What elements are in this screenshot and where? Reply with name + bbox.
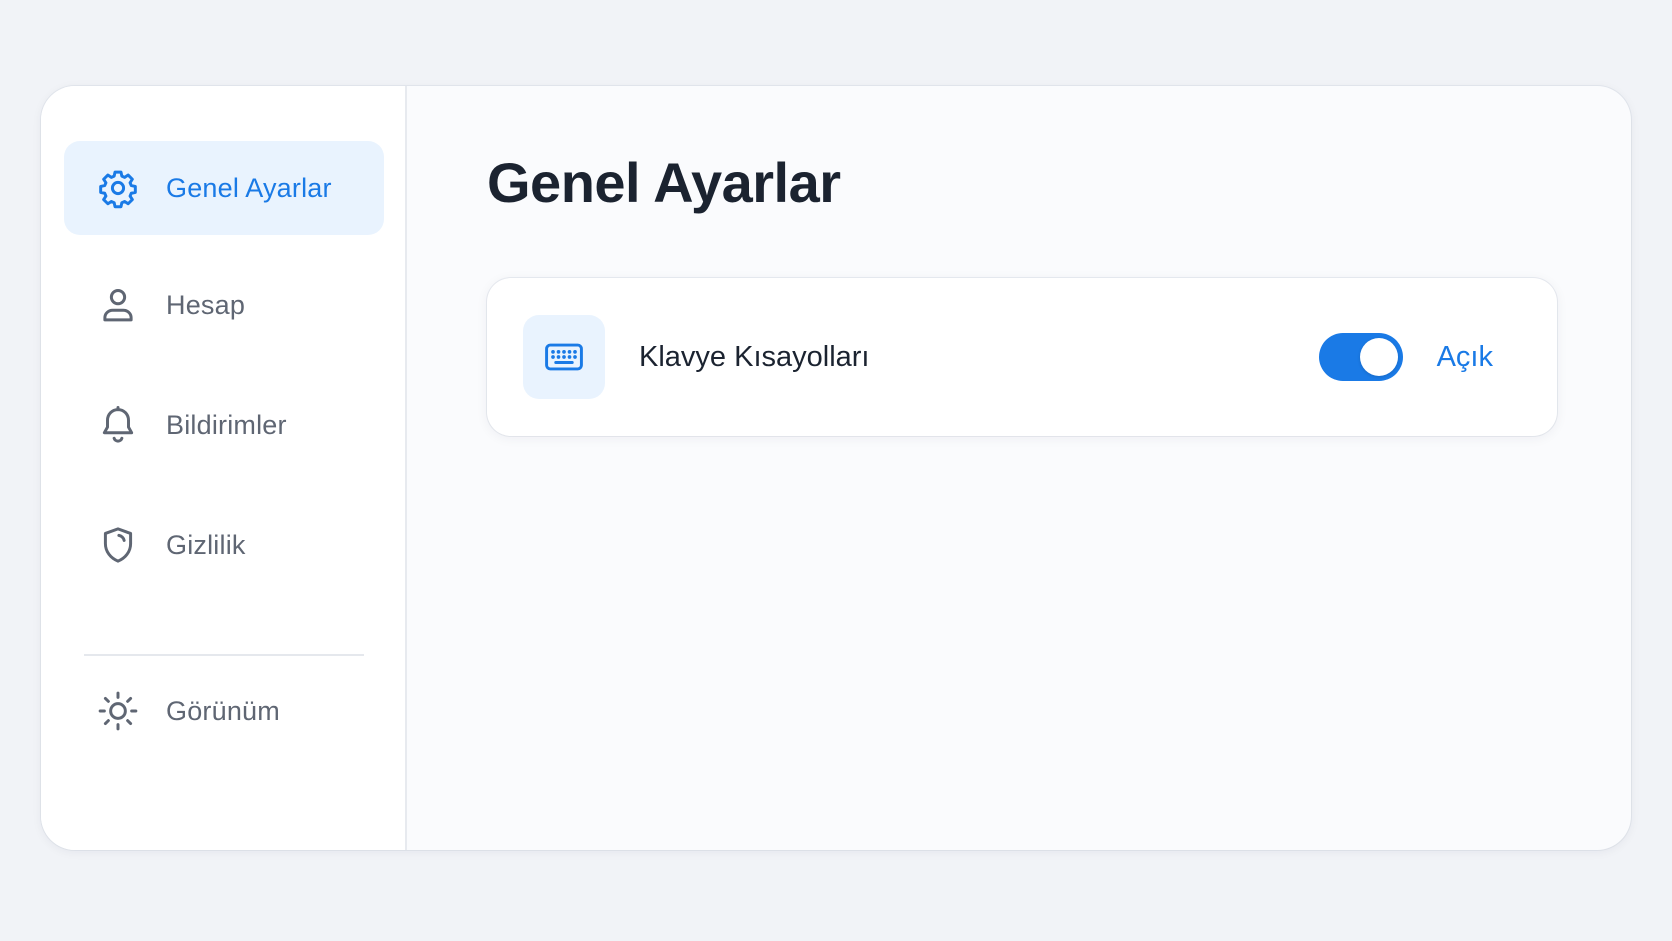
sidebar-item-gorunum[interactable]: Görünüm <box>64 664 384 758</box>
sidebar-item-label: Genel Ayarlar <box>166 172 332 203</box>
sidebar-item-genel-ayarlar[interactable]: Genel Ayarlar <box>64 141 384 235</box>
shield-icon <box>96 523 140 567</box>
sidebar-item-gizlilik[interactable]: Gizlilik <box>64 498 384 592</box>
sidebar-item-label: Görünüm <box>166 695 280 726</box>
setting-label: Klavye Kısayolları <box>639 340 870 373</box>
toggle-status-label: Açık <box>1436 340 1493 373</box>
sun-icon <box>96 689 140 733</box>
sidebar-item-bildirimler[interactable]: Bildirimler <box>64 378 384 472</box>
sidebar-item-hesap[interactable]: Hesap <box>64 258 384 352</box>
sidebar: Genel Ayarlar Hesap Bildirimler Gizlilik… <box>41 86 407 850</box>
toggle-knob <box>1359 338 1398 376</box>
settings-window: Genel Ayarlar Hesap Bildirimler Gizlilik… <box>41 86 1631 850</box>
sidebar-item-label: Bildirimler <box>166 409 287 440</box>
sidebar-item-label: Hesap <box>166 289 246 320</box>
keyboard-icon <box>523 315 605 399</box>
bell-icon <box>96 403 140 447</box>
setting-card-keyboard-shortcuts: Klavye Kısayolları Açık <box>487 278 1557 436</box>
main-content: Genel Ayarlar Klavye Kısayolları Açık <box>407 86 1631 850</box>
user-icon <box>96 283 140 327</box>
keyboard-shortcuts-toggle[interactable] <box>1318 333 1403 381</box>
sidebar-divider <box>84 654 364 656</box>
sidebar-item-label: Gizlilik <box>166 529 246 560</box>
page-title: Genel Ayarlar <box>487 151 841 214</box>
gear-icon <box>96 166 140 210</box>
